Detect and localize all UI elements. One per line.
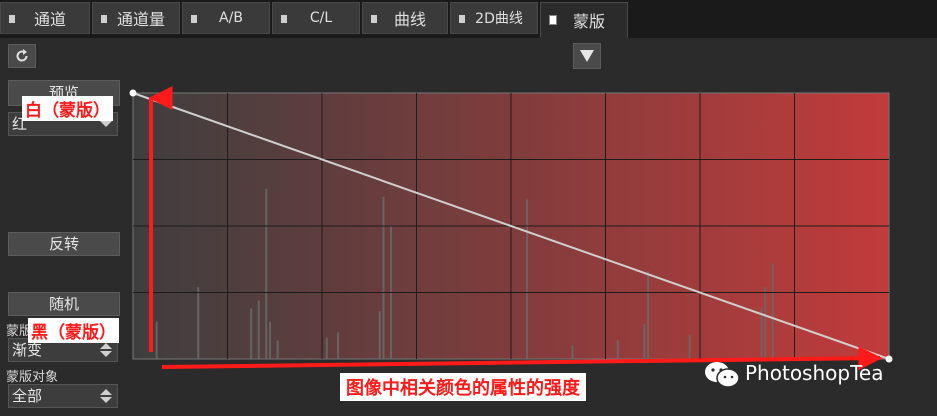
histogram-bar [265,188,268,359]
reset-button[interactable] [8,44,36,68]
histogram-bar [378,311,381,359]
mask-target-select[interactable]: 全部 [8,384,118,408]
tab-bar: 通道 通道量 A/B C/L 曲线 2D曲线 蒙版 [0,0,937,38]
chevron-down-icon [100,397,112,403]
histogram-bar [325,337,328,359]
invert-button-label: 反转 [48,235,79,253]
histogram-bar [269,321,272,359]
histogram-bar [337,332,340,359]
chevron-down-icon [100,351,112,357]
mask-curve-line [132,92,890,360]
random-button-label: 随机 [48,295,79,313]
tab-2d-curves[interactable]: 2D曲线 [450,2,538,34]
tab-channel-amount[interactable]: 通道量 [92,2,180,34]
tab-curves[interactable]: 曲线 [362,2,448,34]
histogram-bar [390,226,393,359]
histogram-bar [276,340,279,359]
triangle-down-icon [580,50,594,62]
tab-indicator [549,15,557,25]
histogram-bar [571,345,574,359]
histogram-bar [688,335,691,359]
tab-cl[interactable]: C/L [272,2,360,34]
graph-background [132,92,890,360]
refresh-icon [16,49,28,62]
wechat-icon [705,362,740,388]
histogram-bar [616,340,619,359]
curve-point-white[interactable] [129,89,137,97]
histogram-bar [526,199,529,359]
random-button[interactable]: 随机 [8,292,120,316]
histogram-bar [760,308,763,359]
graph-grid [133,93,889,359]
chevron-up-icon [100,343,112,349]
histogram-bar [155,321,158,359]
histogram [155,188,774,359]
mask-target-label: 蒙版对象 [6,370,59,385]
histogram-bar [257,300,260,359]
tab-indicator [9,15,15,23]
mask-target-value: 全部 [12,387,43,405]
tab-channel[interactable]: 通道 [0,2,90,34]
chevron-up-icon [100,389,112,395]
histogram-bar [771,263,774,359]
curve-point-black[interactable] [885,355,893,363]
tab-mask[interactable]: 蒙版 [540,2,628,38]
mask-curve-graph[interactable] [0,0,937,416]
histogram-bar [382,196,385,359]
tab-indicator [281,15,287,23]
mask-type-value: 渐变 [12,341,43,359]
histogram-bar [764,287,767,359]
annotation-intensity: 图像中相关颜色的属性的强度 [340,373,586,401]
annotation-black-mask: 黑（蒙版） [28,318,119,343]
chevron-down-icon [100,121,112,127]
tab-ab[interactable]: A/B [182,2,270,34]
tab-indicator [371,15,377,23]
histogram-bar [250,308,253,359]
histogram-bar [197,287,200,359]
watermark-text: PhotoshopTea [745,361,884,385]
invert-button[interactable]: 反转 [8,232,120,256]
annotation-white-mask: 白（蒙版） [22,96,113,121]
tab-indicator [191,15,197,23]
histogram-bar [647,271,650,359]
histogram-bar [643,324,646,359]
menu-dropdown-button[interactable] [573,43,601,69]
tab-indicator [459,15,465,23]
tab-indicator [101,15,107,23]
